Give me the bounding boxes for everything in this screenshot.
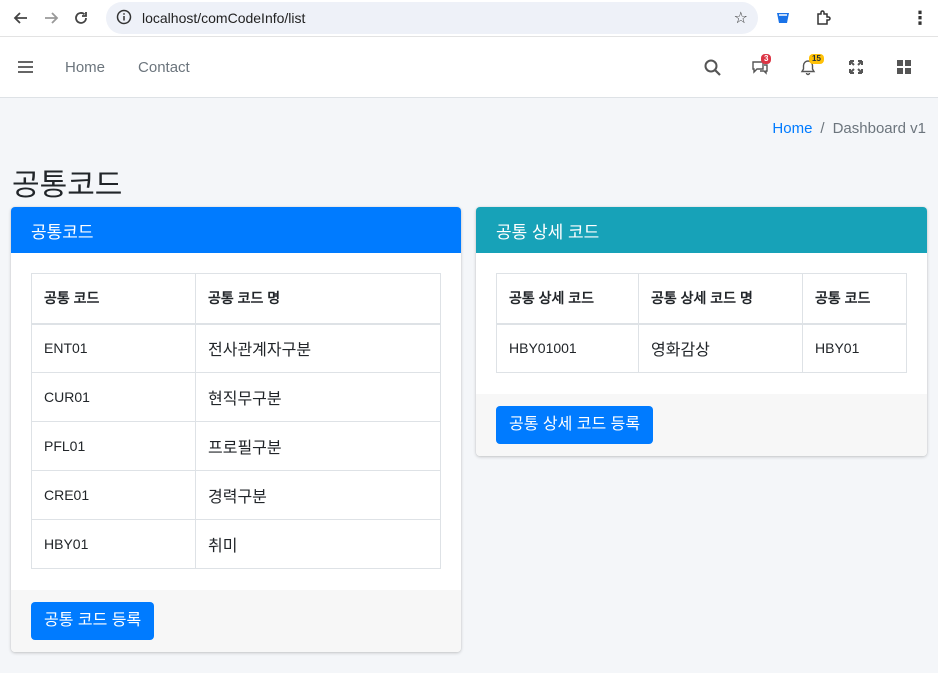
fullscreen-icon[interactable] bbox=[832, 47, 880, 87]
breadcrumb: Home / Dashboard v1 bbox=[772, 120, 926, 137]
column-header-code-name: 공통 코드 명 bbox=[195, 273, 441, 325]
column-header-detail-code: 공통 상세 코드 bbox=[496, 273, 639, 325]
card-body: 공통 코드 공통 코드 명 ENT01 전사관계자구분 CUR01 현직무구분 … bbox=[11, 253, 461, 589]
common-detail-code-card: 공통 상세 코드 공통 상세 코드 공통 상세 코드 명 공통 코드 HBY01… bbox=[476, 207, 927, 456]
table-row[interactable]: CUR01 현직무구분 bbox=[31, 372, 441, 422]
cell-code: CUR01 bbox=[31, 372, 196, 422]
register-common-code-button[interactable]: 공통 코드 등록 bbox=[31, 602, 155, 640]
table-row[interactable]: HBY01 취미 bbox=[31, 519, 441, 569]
back-icon[interactable] bbox=[8, 5, 34, 31]
cell-code-name: 현직무구분 bbox=[195, 372, 441, 422]
cell-code: PFL01 bbox=[31, 421, 196, 471]
cell-code: HBY01 bbox=[31, 519, 196, 569]
card-footer: 공통 상세 코드 등록 bbox=[476, 394, 927, 456]
cell-detail-code-name: 영화감상 bbox=[638, 323, 803, 373]
reload-icon[interactable] bbox=[68, 5, 94, 31]
cell-code-name: 경력구분 bbox=[195, 470, 441, 520]
common-code-table: 공통 코드 공통 코드 명 ENT01 전사관계자구분 CUR01 현직무구분 … bbox=[31, 273, 441, 569]
cell-code: ENT01 bbox=[31, 323, 196, 373]
table-row[interactable]: HBY01001 영화감상 HBY01 bbox=[496, 323, 907, 373]
breadcrumb-home-link[interactable]: Home bbox=[772, 120, 812, 137]
cell-detail-code: HBY01001 bbox=[496, 323, 639, 373]
url-text: localhost/comCodeInfo/list bbox=[142, 10, 306, 26]
browser-toolbar: localhost/comCodeInfo/list ☆ ⋮ bbox=[0, 0, 938, 37]
table-row[interactable]: ENT01 전사관계자구분 bbox=[31, 323, 441, 373]
cell-common-code: HBY01 bbox=[802, 323, 907, 373]
card-footer: 공통 코드 등록 bbox=[11, 590, 461, 652]
table-row[interactable]: PFL01 프로필구분 bbox=[31, 421, 441, 471]
cell-code-name: 프로필구분 bbox=[195, 421, 441, 471]
card-title: 공통 상세 코드 bbox=[476, 207, 927, 253]
cell-code: CRE01 bbox=[31, 470, 196, 520]
nav-link-home[interactable]: Home bbox=[65, 59, 105, 76]
notifications-badge: 15 bbox=[809, 54, 824, 64]
common-detail-code-table: 공통 상세 코드 공통 상세 코드 명 공통 코드 HBY01001 영화감상 … bbox=[496, 273, 907, 373]
messages-icon[interactable]: 3 bbox=[736, 47, 784, 87]
cell-code-name: 취미 bbox=[195, 519, 441, 569]
column-header-code: 공통 코드 bbox=[31, 273, 196, 325]
breadcrumb-separator: / bbox=[820, 120, 825, 137]
card-title: 공통코드 bbox=[11, 207, 461, 253]
page-title: 공통코드 bbox=[12, 169, 123, 202]
extension-icon[interactable] bbox=[768, 4, 798, 32]
cell-code-name: 전사관계자구분 bbox=[195, 323, 441, 373]
forward-icon[interactable] bbox=[38, 5, 64, 31]
search-icon[interactable] bbox=[688, 47, 736, 87]
main-navbar: Home Contact 3 15 bbox=[0, 37, 938, 98]
column-header-common-code: 공통 코드 bbox=[802, 273, 907, 325]
nav-link-contact[interactable]: Contact bbox=[138, 59, 190, 76]
common-code-card: 공통코드 공통 코드 공통 코드 명 ENT01 전사관계자구분 CUR01 현… bbox=[11, 207, 461, 652]
card-body: 공통 상세 코드 공통 상세 코드 명 공통 코드 HBY01001 영화감상 … bbox=[476, 253, 927, 393]
control-sidebar-grid-icon[interactable] bbox=[880, 47, 928, 87]
messages-badge: 3 bbox=[761, 54, 772, 64]
notifications-bell-icon[interactable]: 15 bbox=[784, 47, 832, 87]
extensions-puzzle-icon[interactable] bbox=[808, 4, 838, 32]
column-header-detail-code-name: 공통 상세 코드 명 bbox=[638, 273, 803, 325]
hamburger-menu-icon[interactable] bbox=[12, 53, 40, 81]
breadcrumb-current: Dashboard v1 bbox=[832, 120, 926, 137]
bookmark-star-icon[interactable]: ☆ bbox=[734, 8, 748, 28]
browser-menu-icon[interactable]: ⋮ bbox=[910, 8, 930, 29]
table-row[interactable]: CRE01 경력구분 bbox=[31, 470, 441, 520]
address-bar[interactable]: localhost/comCodeInfo/list ☆ bbox=[106, 2, 758, 34]
site-info-icon[interactable] bbox=[116, 9, 132, 28]
register-detail-code-button[interactable]: 공통 상세 코드 등록 bbox=[496, 406, 654, 444]
